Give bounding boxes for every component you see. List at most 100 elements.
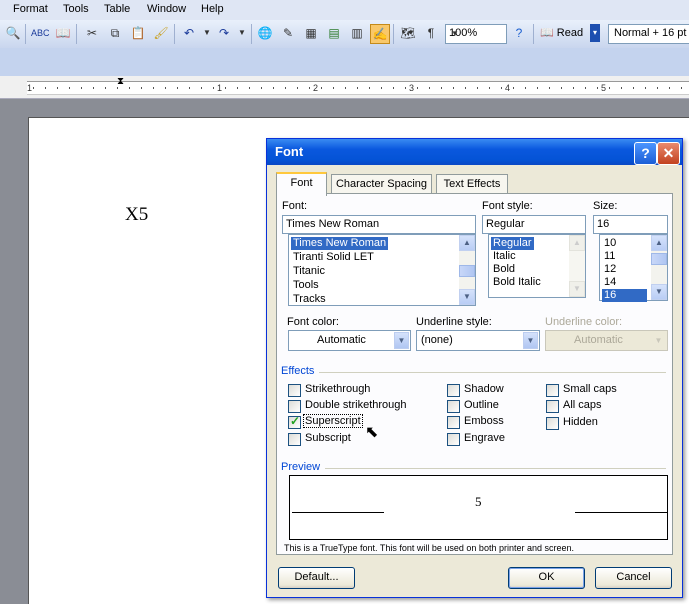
document-map-icon[interactable]: 🗺 — [399, 24, 417, 42]
small-caps-checkbox[interactable] — [546, 384, 559, 397]
font-style-scrollbar[interactable]: ▲ ▼ — [569, 235, 585, 297]
font-style-input[interactable]: Regular — [482, 215, 586, 234]
copy-icon[interactable]: ⧉ — [106, 24, 124, 42]
list-item[interactable]: Bold Italic — [491, 276, 543, 289]
list-item[interactable]: Tiranti Solid LET — [291, 251, 376, 264]
chevron-down-icon[interactable]: ▼ — [523, 332, 538, 349]
chevron-down-icon[interactable]: ▼ — [459, 289, 475, 305]
chevron-up-icon[interactable]: ▲ — [459, 235, 475, 251]
undo-dropdown-icon[interactable]: ▼ — [198, 24, 216, 42]
divider — [319, 372, 666, 373]
list-item[interactable]: Times New Roman — [291, 237, 389, 250]
list-item[interactable]: 11 — [602, 250, 617, 263]
dialog-titlebar[interactable]: Font ? ✕ — [267, 139, 682, 165]
spelling-icon[interactable]: ABC — [31, 24, 50, 42]
style-combo[interactable]: Normal + 16 pt — [608, 24, 689, 44]
hidden-label[interactable]: Hidden — [563, 416, 598, 428]
close-button[interactable]: ✕ — [657, 142, 680, 165]
help-icon[interactable]: ? — [510, 24, 528, 42]
chevron-down-icon[interactable]: ▼ — [394, 332, 409, 349]
double-strikethrough-label[interactable]: Double strikethrough — [305, 399, 407, 411]
menu-table[interactable]: Table — [104, 3, 130, 15]
chevron-down-icon[interactable]: ▼ — [449, 25, 461, 43]
hidden-checkbox[interactable] — [546, 417, 559, 430]
scroll-thumb[interactable] — [651, 253, 667, 265]
ok-button[interactable]: OK — [508, 567, 585, 589]
subscript-label[interactable]: Subscript — [305, 432, 351, 444]
size-list-scrollbar[interactable]: ▲ ▼ — [651, 235, 667, 300]
tab-text-effects[interactable]: Text Effects — [436, 174, 508, 194]
menu-format[interactable]: Format — [13, 3, 48, 15]
font-list-scrollbar[interactable]: ▲ ▼ — [459, 235, 475, 305]
subscript-checkbox[interactable] — [288, 433, 301, 446]
engrave-checkbox[interactable] — [447, 433, 460, 446]
indent-marker-icon[interactable]: ⧗ — [117, 76, 124, 87]
standard-toolbar: 🔍 ABC 📖 ✂ ⧉ 📋 🖌 ↶ ▼ ↷ ▼ 🌐 ✎ ▦ ▤ ▥ ✍ 🗺 ¶ … — [0, 20, 689, 49]
print-preview-icon[interactable]: 🔍 — [4, 24, 22, 42]
superscript-label[interactable]: Superscript — [303, 414, 363, 428]
redo-dropdown-icon[interactable]: ▼ — [233, 24, 251, 42]
cancel-button[interactable]: Cancel — [595, 567, 672, 589]
font-input[interactable]: Times New Roman — [282, 215, 476, 234]
format-painter-icon[interactable]: 🖌 — [152, 24, 170, 42]
list-item[interactable]: Regular — [491, 237, 534, 250]
superscript-checkbox[interactable] — [288, 414, 301, 429]
default-button[interactable]: Default... — [278, 567, 355, 589]
insert-excel-icon[interactable]: ▤ — [325, 24, 343, 42]
font-style-list[interactable]: Regular Italic Bold Bold Italic ▲ ▼ — [488, 234, 586, 298]
emboss-label[interactable]: Emboss — [464, 415, 504, 427]
tables-borders-icon[interactable]: ✎ — [279, 24, 297, 42]
shadow-checkbox[interactable] — [447, 384, 460, 397]
strikethrough-checkbox[interactable] — [288, 384, 301, 397]
ruler-tick — [489, 87, 490, 89]
shadow-label[interactable]: Shadow — [464, 383, 504, 395]
list-item[interactable]: 16 — [602, 289, 647, 302]
scroll-thumb[interactable] — [459, 265, 475, 277]
list-item[interactable]: 14 — [602, 276, 618, 289]
list-item[interactable]: Tracks — [291, 293, 328, 306]
list-item[interactable]: Italic — [491, 250, 518, 263]
drawing-icon[interactable]: ✍ — [370, 24, 390, 44]
columns-icon[interactable]: ▥ — [348, 24, 366, 42]
small-caps-label[interactable]: Small caps — [563, 383, 617, 395]
toolbar-options-icon[interactable]: ▾ — [590, 24, 600, 42]
research-icon[interactable]: 📖 — [54, 24, 72, 42]
list-item[interactable]: 12 — [602, 263, 618, 276]
redo-icon[interactable]: ↷ — [215, 24, 233, 42]
strikethrough-label[interactable]: Strikethrough — [305, 383, 370, 395]
zoom-combo[interactable]: 100% ▼ — [445, 24, 507, 44]
help-button[interactable]: ? — [634, 142, 657, 165]
chevron-up-icon[interactable]: ▲ — [651, 235, 667, 251]
show-hide-icon[interactable]: ¶ — [422, 24, 440, 42]
read-button[interactable]: 📖 Read — [540, 24, 583, 42]
all-caps-label[interactable]: All caps — [563, 399, 602, 411]
undo-icon[interactable]: ↶ — [180, 24, 198, 42]
list-item[interactable]: 10 — [602, 237, 618, 250]
size-input[interactable]: 16 — [593, 215, 668, 234]
list-item[interactable]: Titanic — [291, 265, 327, 278]
menu-tools[interactable]: Tools — [63, 3, 89, 15]
font-list[interactable]: Times New Roman Tiranti Solid LET Titani… — [288, 234, 476, 306]
list-item[interactable]: Tools — [291, 279, 321, 292]
list-item[interactable]: Bold — [491, 263, 517, 276]
underline-style-select[interactable]: (none) ▼ — [416, 330, 540, 351]
all-caps-checkbox[interactable] — [546, 400, 559, 413]
engrave-label[interactable]: Engrave — [464, 432, 505, 444]
chevron-down-icon[interactable]: ▼ — [651, 284, 667, 300]
hyperlink-icon[interactable]: 🌐 — [256, 24, 274, 42]
paste-icon[interactable]: 📋 — [129, 24, 147, 42]
menu-help[interactable]: Help — [201, 3, 224, 15]
toolbar-strip — [0, 48, 689, 76]
font-color-select[interactable]: Automatic ▼ — [288, 330, 411, 351]
emboss-checkbox[interactable] — [447, 416, 460, 429]
tab-font[interactable]: Font — [276, 172, 327, 196]
tab-character-spacing[interactable]: Character Spacing — [331, 174, 432, 194]
size-list[interactable]: 10 11 12 14 16 ▲ ▼ — [599, 234, 668, 302]
double-strikethrough-checkbox[interactable] — [288, 400, 301, 413]
insert-table-icon[interactable]: ▦ — [302, 24, 320, 42]
outline-label[interactable]: Outline — [464, 399, 499, 411]
menu-window[interactable]: Window — [147, 3, 186, 15]
cut-icon[interactable]: ✂ — [83, 24, 101, 42]
outline-checkbox[interactable] — [447, 400, 460, 413]
document-text[interactable]: X5 — [125, 204, 148, 226]
